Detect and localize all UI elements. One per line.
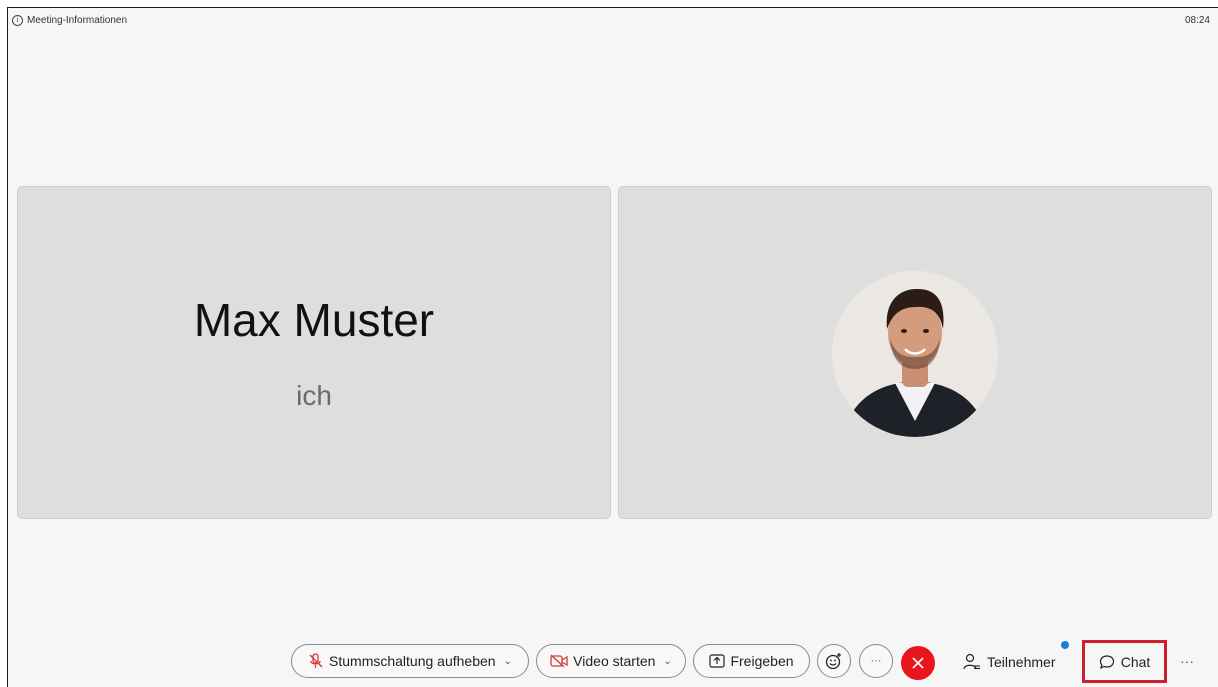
share-screen-icon xyxy=(709,654,726,668)
avatar-image xyxy=(832,271,998,437)
share-button[interactable]: Freigeben xyxy=(693,644,810,678)
participants-icon xyxy=(963,653,980,670)
close-icon xyxy=(912,657,924,669)
notification-dot xyxy=(1061,641,1069,649)
chat-label: Chat xyxy=(1120,653,1151,670)
self-video-tile: Max Muster ich xyxy=(17,186,611,519)
chevron-down-icon[interactable]: ⌄ xyxy=(504,656,512,667)
reactions-button[interactable] xyxy=(817,644,851,678)
unmute-label: Stummschaltung aufheben xyxy=(329,653,496,669)
participants-button[interactable]: Teilnehmer xyxy=(963,646,1055,678)
start-video-button[interactable]: Video starten ⌄ xyxy=(536,644,686,678)
meeting-time: 08:24 xyxy=(1184,15,1210,26)
participant-video-tile xyxy=(618,186,1212,519)
chat-button[interactable]: Chat xyxy=(1082,640,1167,683)
chevron-down-icon[interactable]: ⌄ xyxy=(663,656,671,667)
overflow-menu-button[interactable]: ··· xyxy=(1180,653,1194,669)
video-off-icon xyxy=(550,654,568,668)
start-video-label: Video starten xyxy=(573,653,656,669)
more-options-label: ··· xyxy=(870,655,882,667)
microphone-muted-icon xyxy=(309,653,323,668)
meeting-info-link[interactable]: i Meeting-Informationen xyxy=(12,15,127,26)
self-name: Max Muster xyxy=(193,294,435,346)
emoji-icon xyxy=(825,653,841,670)
more-options-button[interactable]: ··· xyxy=(859,644,893,678)
participant-avatar xyxy=(832,271,998,437)
meeting-info-label: Meeting-Informationen xyxy=(27,15,128,26)
meeting-window: i Meeting-Informationen 08:24 Max Muster… xyxy=(7,7,1218,687)
unmute-button[interactable]: Stummschaltung aufheben ⌄ xyxy=(291,644,529,678)
self-subtitle: ich xyxy=(296,380,332,411)
chat-bubble-icon xyxy=(1099,654,1114,669)
participants-label: Teilnehmer xyxy=(987,654,1056,670)
leave-meeting-button[interactable] xyxy=(901,646,935,680)
info-icon: i xyxy=(12,15,23,26)
share-label: Freigeben xyxy=(730,653,794,669)
